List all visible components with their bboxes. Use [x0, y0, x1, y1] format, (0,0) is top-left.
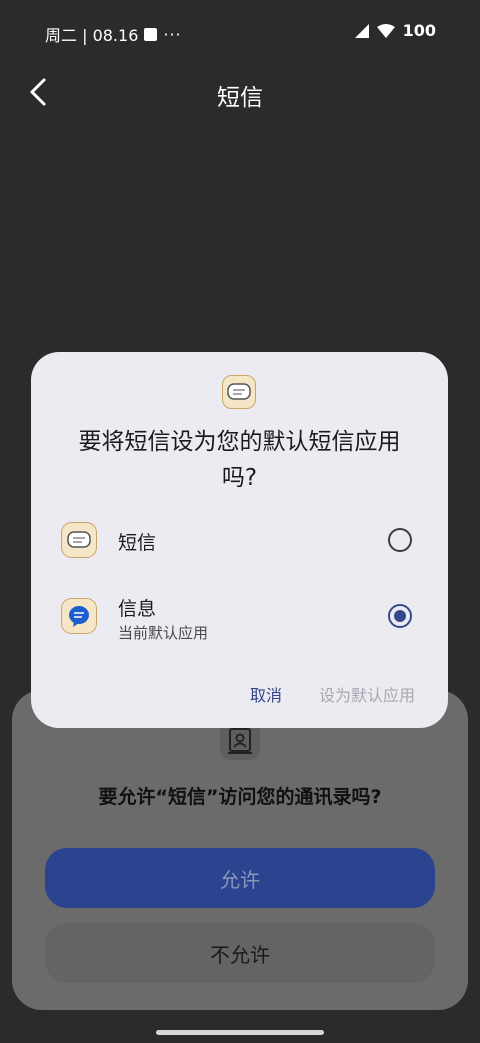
signal-icon: [354, 23, 369, 38]
default-sms-dialog: 要将短信设为您的默认短信应用吗? 短信 信息 当前默认应用 取消 设为默认应用: [31, 352, 448, 728]
notification-square-icon: [144, 27, 158, 41]
radio-unselected[interactable]: [388, 528, 412, 552]
cancel-button[interactable]: 取消: [250, 682, 282, 706]
page-title: 短信: [217, 85, 263, 111]
messages-app-icon: [61, 598, 97, 634]
option-label: 短信: [118, 532, 157, 554]
more-notifications-icon: ···: [163, 24, 182, 44]
status-right: 100: [354, 21, 436, 40]
dialog-title: 要将短信设为您的默认短信应用吗?: [78, 429, 401, 491]
option-label: 信息: [118, 598, 157, 620]
home-indicator[interactable]: [156, 1030, 324, 1035]
allow-button[interactable]: 允许: [45, 848, 435, 908]
option-messages[interactable]: 信息 当前默认应用: [31, 586, 448, 646]
status-datetime: 周二 | 08.16: [45, 26, 139, 45]
app-bar: 短信: [0, 64, 480, 120]
wifi-icon: [376, 23, 395, 38]
battery-level: 100: [402, 21, 436, 40]
sms-app-icon: [222, 375, 256, 409]
status-bar: 周二 | 08.16 ··· 100: [0, 0, 480, 64]
sms-app-icon: [61, 522, 97, 558]
set-default-button[interactable]: 设为默认应用: [319, 682, 415, 706]
status-left: 周二 | 08.16 ···: [45, 22, 182, 46]
option-sublabel: 当前默认应用: [118, 624, 209, 642]
contacts-permission-sheet: 要允许“短信”访问您的通讯录吗? 允许 不允许: [12, 690, 468, 1010]
permission-question: 要允许“短信”访问您的通讯录吗?: [98, 786, 382, 808]
deny-button[interactable]: 不允许: [45, 923, 435, 983]
radio-selected[interactable]: [388, 604, 412, 628]
option-sms[interactable]: 短信: [31, 510, 448, 570]
